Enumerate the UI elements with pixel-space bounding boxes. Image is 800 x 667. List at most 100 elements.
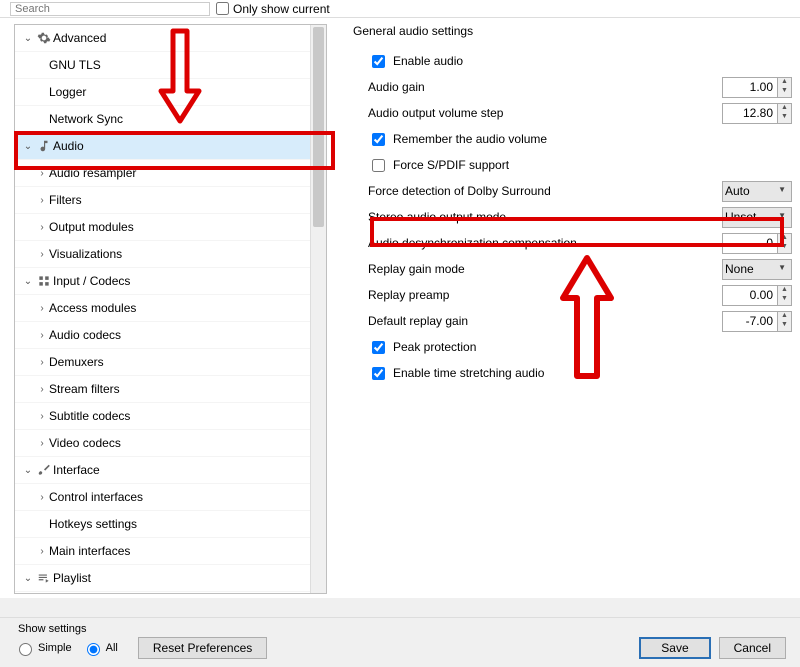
- spin-down-icon[interactable]: ▼: [778, 243, 791, 253]
- tree-label: Visualizations: [49, 247, 122, 261]
- tree-item-visualizations[interactable]: › Visualizations: [15, 241, 326, 268]
- enable-audio-box[interactable]: [372, 55, 385, 68]
- spin-down-icon[interactable]: ▼: [778, 87, 791, 97]
- tree-label: Hotkeys settings: [49, 517, 137, 531]
- volume-step-input[interactable]: ▲▼: [722, 103, 792, 124]
- tree-item-audio-resampler[interactable]: › Audio resampler: [15, 160, 326, 187]
- tree-item-logger[interactable]: Logger: [15, 79, 326, 106]
- tree-item-network-sync[interactable]: Network Sync: [15, 106, 326, 133]
- radio-all-input[interactable]: [87, 643, 100, 656]
- audio-gain-field[interactable]: [723, 78, 777, 97]
- tree-label: GNU TLS: [49, 58, 101, 72]
- replay-mode-value[interactable]: [722, 259, 792, 280]
- spin-up-icon[interactable]: ▲: [778, 78, 791, 88]
- default-replay-field[interactable]: [723, 312, 777, 331]
- tree-label: Video codecs: [49, 436, 121, 450]
- bottom-bar: Show settings Simple All Reset Preferenc…: [0, 617, 800, 667]
- tree-item-hotkeys[interactable]: Hotkeys settings: [15, 511, 326, 538]
- enable-audio-label: Enable audio: [393, 54, 463, 68]
- time-stretch-box[interactable]: [372, 367, 385, 380]
- reset-preferences-button[interactable]: Reset Preferences: [138, 637, 267, 659]
- tree-item-video-codecs[interactable]: › Video codecs: [15, 430, 326, 457]
- tree-item-advanced[interactable]: ⌄ Advanced: [15, 25, 326, 52]
- force-dolby-select[interactable]: ▼: [722, 181, 792, 202]
- stereo-mode-value[interactable]: [722, 207, 792, 228]
- playlist-icon: [35, 571, 53, 585]
- sidebar-scrollbar[interactable]: [310, 25, 326, 593]
- replay-mode-label: Replay gain mode: [353, 262, 722, 276]
- force-spdif-label: Force S/PDIF support: [393, 158, 509, 172]
- tree-item-filters[interactable]: › Filters: [15, 187, 326, 214]
- tree-item-control-interfaces[interactable]: › Control interfaces: [15, 484, 326, 511]
- remember-volume-box[interactable]: [372, 133, 385, 146]
- only-show-current-checkbox[interactable]: Only show current: [216, 2, 330, 16]
- force-dolby-value[interactable]: [722, 181, 792, 202]
- chevron-right-icon: ›: [35, 193, 49, 207]
- desync-input[interactable]: ▲▼: [722, 233, 792, 254]
- spin-up-icon[interactable]: ▲: [778, 234, 791, 244]
- cancel-button[interactable]: Cancel: [719, 637, 786, 659]
- tree-item-demuxers[interactable]: › Demuxers: [15, 349, 326, 376]
- replay-preamp-input[interactable]: ▲▼: [722, 285, 792, 306]
- tree-label: Filters: [49, 193, 82, 207]
- volume-step-field[interactable]: [723, 104, 777, 123]
- spin-up-icon[interactable]: ▲: [778, 312, 791, 322]
- save-button[interactable]: Save: [639, 637, 710, 659]
- tree-item-playlist[interactable]: ⌄ Playlist: [15, 565, 326, 592]
- tree-item-output-modules[interactable]: › Output modules: [15, 214, 326, 241]
- radio-all[interactable]: All: [82, 640, 118, 656]
- scrollbar-thumb[interactable]: [313, 27, 324, 227]
- tree-label: Control interfaces: [49, 490, 143, 504]
- tree-item-stream-filters[interactable]: › Stream filters: [15, 376, 326, 403]
- tree-label: Demuxers: [49, 355, 104, 369]
- chevron-down-icon: ⌄: [21, 274, 35, 288]
- search-input[interactable]: [10, 2, 210, 16]
- tree-item-subtitle-codecs[interactable]: › Subtitle codecs: [15, 403, 326, 430]
- tree-item-interface[interactable]: ⌄ Interface: [15, 457, 326, 484]
- radio-simple-input[interactable]: [19, 643, 32, 656]
- chevron-right-icon: ›: [35, 166, 49, 180]
- radio-simple[interactable]: Simple: [14, 640, 72, 656]
- desync-field[interactable]: [723, 234, 777, 253]
- settings-tree[interactable]: ⌄ Advanced GNU TLS Logger Network Sync ⌄…: [14, 24, 327, 594]
- peak-protection-box[interactable]: [372, 341, 385, 354]
- only-show-current-box[interactable]: [216, 2, 229, 15]
- gear-icon: [35, 31, 53, 45]
- chevron-down-icon: ⌄: [21, 139, 35, 153]
- tree-item-access-modules[interactable]: › Access modules: [15, 295, 326, 322]
- tree-label: Advanced: [53, 31, 106, 45]
- tree-item-main-interfaces[interactable]: › Main interfaces: [15, 538, 326, 565]
- replay-preamp-label: Replay preamp: [353, 288, 722, 302]
- audio-gain-label: Audio gain: [353, 80, 722, 94]
- tree-label: Interface: [53, 463, 100, 477]
- force-spdif-box[interactable]: [372, 159, 385, 172]
- tree-item-gnu-tls[interactable]: GNU TLS: [15, 52, 326, 79]
- tree-item-audio[interactable]: ⌄ Audio: [15, 133, 326, 160]
- peak-protection-checkbox[interactable]: Peak protection: [353, 338, 476, 357]
- replay-mode-select[interactable]: ▼: [722, 259, 792, 280]
- force-spdif-checkbox[interactable]: Force S/PDIF support: [353, 156, 509, 175]
- show-settings-group: Show settings Simple All Reset Preferenc…: [14, 623, 267, 659]
- time-stretch-checkbox[interactable]: Enable time stretching audio: [353, 364, 544, 383]
- spin-down-icon[interactable]: ▼: [778, 113, 791, 123]
- stereo-mode-select[interactable]: ▼: [722, 207, 792, 228]
- tree-label: Input / Codecs: [53, 274, 130, 288]
- chevron-right-icon: ›: [35, 355, 49, 369]
- audio-gain-input[interactable]: ▲▼: [722, 77, 792, 98]
- tree-item-input-codecs[interactable]: ⌄ Input / Codecs: [15, 268, 326, 295]
- spin-up-icon[interactable]: ▲: [778, 286, 791, 296]
- chevron-down-icon: ⌄: [21, 571, 35, 585]
- show-settings-label: Show settings: [14, 623, 267, 635]
- radio-simple-label: Simple: [38, 642, 72, 654]
- enable-audio-checkbox[interactable]: Enable audio: [353, 52, 463, 71]
- replay-preamp-field[interactable]: [723, 286, 777, 305]
- top-bar: Only show current: [0, 0, 800, 18]
- tree-item-audio-codecs[interactable]: › Audio codecs: [15, 322, 326, 349]
- spin-down-icon[interactable]: ▼: [778, 295, 791, 305]
- tree-label: Access modules: [49, 301, 136, 315]
- default-replay-input[interactable]: ▲▼: [722, 311, 792, 332]
- spin-down-icon[interactable]: ▼: [778, 321, 791, 331]
- chevron-right-icon: ›: [35, 220, 49, 234]
- spin-up-icon[interactable]: ▲: [778, 104, 791, 114]
- remember-volume-checkbox[interactable]: Remember the audio volume: [353, 130, 547, 149]
